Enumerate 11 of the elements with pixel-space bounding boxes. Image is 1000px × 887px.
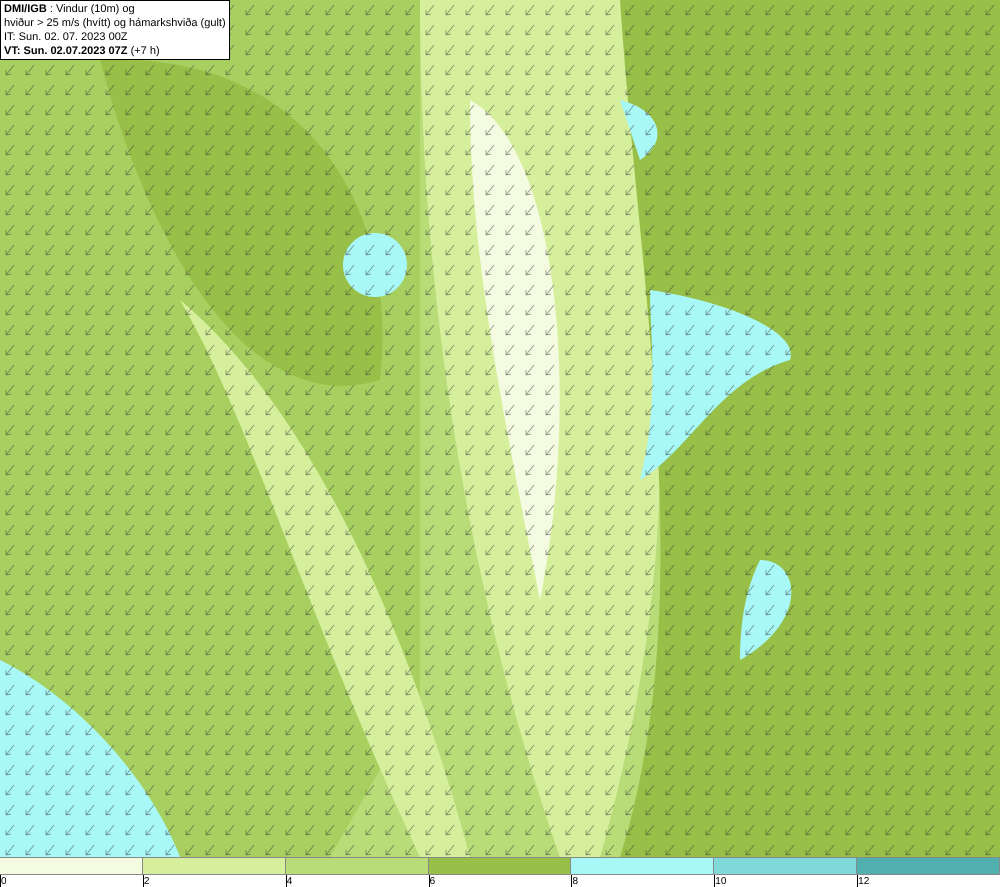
tick-label: 4	[286, 876, 292, 887]
tick-label: 8	[572, 876, 578, 887]
tick-label: 0	[1, 876, 7, 887]
tick-label: 6	[430, 876, 436, 887]
legend-text: DMI/IGB : Vindur (10m) og	[4, 2, 136, 16]
legend-text: VT: Sun. 02.07.2023 07Z (+7 h)	[4, 44, 161, 58]
tick-label: 12	[858, 876, 870, 887]
tick-label: 10	[715, 876, 726, 887]
tick-label: 2	[144, 876, 150, 887]
legend-text: hviður > 25 m/s (hvítt) og hámarkshviða (gult)	[4, 16, 226, 30]
legend-text: IT: Sun. 02. 07. 2023 00Z	[4, 30, 129, 44]
